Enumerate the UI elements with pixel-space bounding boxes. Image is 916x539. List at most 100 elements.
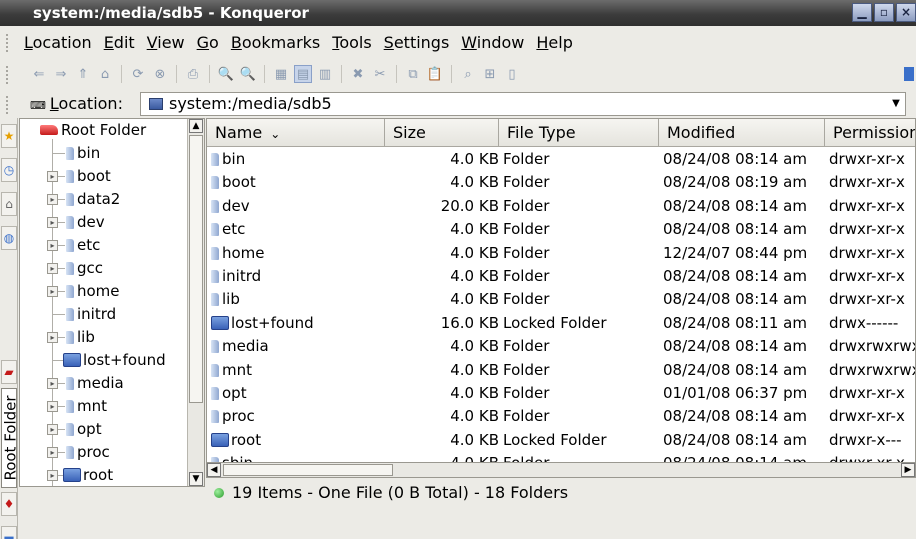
tree-item[interactable]: ▸ boot — [20, 165, 188, 188]
menubar-grip[interactable] — [6, 34, 12, 52]
scroll-left-icon[interactable]: ◀ — [207, 463, 221, 477]
file-row[interactable]: etc 4.0 KB Folder 08/24/08 08:14 am drwxr-xr… — [207, 218, 915, 241]
expand-arrow-icon[interactable]: ▸ — [47, 401, 58, 412]
services-tab-icon[interactable]: ♦ — [1, 492, 17, 516]
file-row[interactable]: root 4.0 KB Locked Folder 08/24/08 08:14 am… — [207, 429, 915, 452]
paste-icon[interactable]: 📋 — [426, 65, 444, 83]
zoom-in-icon[interactable]: 🔍 — [217, 65, 235, 83]
trash-icon[interactable]: ✖ — [349, 65, 367, 83]
menu-window[interactable]: Window — [461, 33, 524, 52]
menu-help[interactable]: Help — [536, 33, 572, 52]
folder-tree[interactable]: Root Folder ▲ ▼ bin ▸ boot ▸ data2 ▸ dev ▸ etc ▸ g… — [19, 118, 205, 487]
menu-edit[interactable]: Edit — [104, 33, 135, 52]
find-icon[interactable]: ⌕ — [459, 65, 477, 83]
file-row[interactable]: boot 4.0 KB Folder 08/24/08 08:19 am drwxr-x… — [207, 171, 915, 194]
file-row[interactable]: opt 4.0 KB Folder 01/01/08 06:37 pm drwxr-xr… — [207, 382, 915, 405]
tree-item[interactable]: ▸ proc — [20, 441, 188, 464]
home-icon[interactable]: ⌂ — [96, 65, 114, 83]
expand-arrow-icon[interactable]: ▸ — [47, 171, 58, 182]
tree-item[interactable]: initrd — [20, 303, 188, 326]
back-icon[interactable]: ⇐ — [30, 65, 48, 83]
file-row[interactable]: lib 4.0 KB Folder 08/24/08 08:14 am drwxr-xr… — [207, 288, 915, 311]
up-icon[interactable]: ⇑ — [74, 65, 92, 83]
new-folder-icon[interactable]: ⊞ — [481, 65, 499, 83]
copy-icon[interactable]: ⧉ — [404, 65, 422, 83]
icon-view-icon[interactable]: ▦ — [272, 65, 290, 83]
menu-view[interactable]: View — [147, 33, 185, 52]
expand-arrow-icon[interactable]: ▸ — [47, 194, 58, 205]
menu-bookmarks[interactable]: Bookmarks — [231, 33, 320, 52]
home-tab-icon[interactable]: ⌂ — [1, 192, 17, 216]
expand-arrow-icon[interactable]: ▸ — [47, 378, 58, 389]
menu-go[interactable]: Go — [197, 33, 219, 52]
forward-icon[interactable]: ⇒ — [52, 65, 70, 83]
file-list[interactable]: Name ⌄ Size File Type Modified Permissions bin… — [206, 118, 916, 478]
file-row[interactable]: dev 20.0 KB Folder 08/24/08 08:14 am drwxr-x… — [207, 195, 915, 218]
tree-item[interactable]: ▸ gcc — [20, 257, 188, 280]
reload-icon[interactable]: ⟳ — [129, 65, 147, 83]
tree-item[interactable]: bin — [20, 142, 188, 165]
file-row[interactable]: mnt 4.0 KB Folder 08/24/08 08:14 am drwxrwxr… — [207, 359, 915, 382]
menu-location[interactable]: Location — [24, 33, 92, 52]
cut-icon[interactable]: ✂ — [371, 65, 389, 83]
maximize-button[interactable]: ▫ — [874, 3, 894, 22]
expand-arrow-icon[interactable]: ▸ — [47, 240, 58, 251]
print-icon[interactable]: ⎙ — [184, 65, 202, 83]
network-tab-icon[interactable]: ◍ — [1, 226, 17, 250]
clear-location-icon[interactable]: ⌨ — [30, 99, 46, 112]
tree-scroll-thumb[interactable] — [189, 135, 203, 403]
zoom-out-icon[interactable]: 🔍 — [239, 65, 257, 83]
locationbar-grip[interactable] — [6, 96, 12, 114]
expand-arrow-icon[interactable]: ▸ — [47, 447, 58, 458]
file-row[interactable]: home 4.0 KB Folder 12/24/07 08:44 pm drwxr-x… — [207, 242, 915, 265]
toolbar-grip[interactable] — [6, 66, 12, 84]
expand-arrow-icon[interactable]: ▸ — [47, 424, 58, 435]
tree-item[interactable]: ▸ lib — [20, 326, 188, 349]
location-input[interactable]: system:/media/sdb5 ▼ — [140, 92, 906, 116]
stop-icon[interactable]: ⊗ — [151, 65, 169, 83]
history-tab-icon[interactable]: ◷ — [1, 158, 17, 182]
tree-item[interactable]: ▸ home — [20, 280, 188, 303]
column-header-modified[interactable]: Modified — [659, 119, 825, 147]
tree-item[interactable]: ▸ etc — [20, 234, 188, 257]
expand-arrow-icon[interactable]: ▸ — [47, 332, 58, 343]
file-list-horizontal-scrollbar[interactable]: ◀ ▶ — [206, 462, 916, 478]
column-header-name[interactable]: Name ⌄ — [207, 119, 385, 147]
file-row[interactable]: media 4.0 KB Folder 08/24/08 08:14 am drwxrw… — [207, 335, 915, 358]
menu-tools[interactable]: Tools — [332, 33, 371, 52]
devices-tab-icon[interactable]: ▬ — [1, 526, 17, 539]
tree-item[interactable]: ▸ data2 — [20, 188, 188, 211]
expand-arrow-icon[interactable]: ▸ — [47, 470, 58, 481]
column-header-size[interactable]: Size — [385, 119, 499, 147]
tree-item[interactable]: ▸ opt — [20, 418, 188, 441]
file-row[interactable]: proc 4.0 KB Folder 08/24/08 08:14 am drwxr-x… — [207, 405, 915, 428]
detailed-view-icon[interactable]: ▤ — [294, 65, 312, 83]
tree-item[interactable]: ▸ dev — [20, 211, 188, 234]
root-folder-tab[interactable]: Root Folder — [1, 388, 20, 488]
sort-descending-icon[interactable]: ⌄ — [270, 127, 280, 141]
properties-icon[interactable]: ▯ — [503, 65, 521, 83]
tree-item[interactable]: lost+found — [20, 349, 188, 372]
toolbar-extension-icon[interactable] — [904, 67, 914, 81]
expand-arrow-icon[interactable]: ▸ — [47, 286, 58, 297]
tree-view-icon[interactable]: ▥ — [316, 65, 334, 83]
tree-item[interactable]: ▸ root — [20, 464, 188, 486]
location-dropdown-icon[interactable]: ▼ — [889, 96, 903, 112]
minimize-button[interactable]: ▁ — [852, 3, 872, 22]
tree-vertical-scrollbar[interactable]: ▲ ▼ — [187, 119, 204, 486]
tree-item[interactable]: ▸ media — [20, 372, 188, 395]
scroll-up-icon[interactable]: ▲ — [189, 119, 203, 133]
expand-arrow-icon[interactable]: ▸ — [47, 217, 58, 228]
root-folder-tab-icon[interactable]: ▰ — [1, 360, 17, 384]
scroll-down-icon[interactable]: ▼ — [189, 472, 203, 486]
horizontal-scroll-thumb[interactable] — [223, 464, 393, 476]
column-header-type[interactable]: File Type — [499, 119, 659, 147]
file-row[interactable]: bin 4.0 KB Folder 08/24/08 08:14 am drwxr-xr… — [207, 148, 915, 171]
column-header-permissions[interactable]: Permissions — [825, 119, 915, 147]
tree-root[interactable]: Root Folder — [40, 119, 146, 142]
scroll-right-icon[interactable]: ▶ — [901, 463, 915, 477]
file-row[interactable]: lost+found 16.0 KB Locked Folder 08/24/08 0… — [207, 312, 915, 335]
bookmarks-tab-icon[interactable]: ★ — [1, 124, 17, 148]
title-bar[interactable]: system:/media/sdb5 - Konqueror ▁ ▫ × — [0, 0, 916, 26]
close-button[interactable]: × — [896, 3, 916, 22]
